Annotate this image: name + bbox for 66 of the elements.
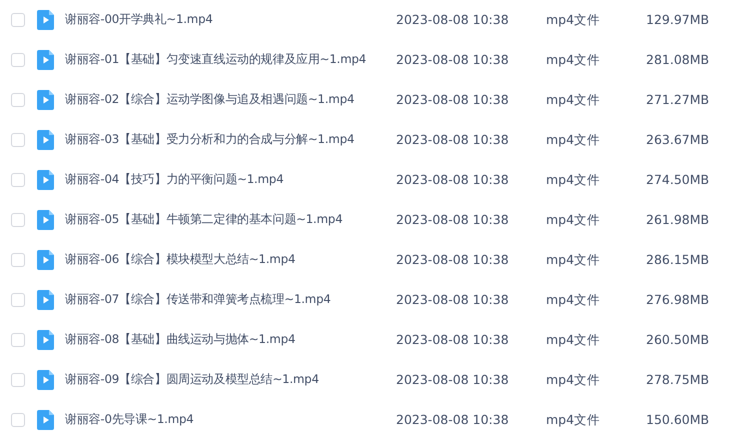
checkbox[interactable]: [11, 413, 25, 427]
checkbox[interactable]: [11, 373, 25, 387]
file-size: 286.15MB: [646, 250, 710, 269]
file-name[interactable]: 谢丽容-02【综合】运动学图像与追及相遇问题~1.mp4: [65, 91, 396, 109]
file-name[interactable]: 谢丽容-08【基础】曲线运动与抛体~1.mp4: [65, 331, 396, 349]
video-file-icon: [37, 130, 54, 150]
file-type: mp4文件: [546, 10, 602, 29]
file-name[interactable]: 谢丽容-0先导课~1.mp4: [65, 411, 396, 429]
checkbox[interactable]: [11, 13, 25, 27]
file-size: 260.50MB: [646, 330, 710, 349]
video-file-icon: [37, 250, 54, 270]
file-size: 276.98MB: [646, 290, 710, 309]
file-name[interactable]: 谢丽容-04【技巧】力的平衡问题~1.mp4: [65, 171, 396, 189]
file-size: 281.08MB: [646, 50, 710, 69]
video-file-icon: [37, 170, 54, 190]
video-file-icon: [37, 370, 54, 390]
file-type: mp4文件: [546, 90, 602, 109]
file-size: 261.98MB: [646, 210, 710, 229]
modified-date: 2023-08-08 10:38: [396, 290, 510, 309]
file-type: mp4文件: [546, 50, 602, 69]
file-type: mp4文件: [546, 250, 602, 269]
file-size: 129.97MB: [646, 10, 710, 29]
file-name[interactable]: 谢丽容-06【综合】模块模型大总结~1.mp4: [65, 251, 396, 269]
file-type: mp4文件: [546, 410, 602, 429]
file-type: mp4文件: [546, 210, 602, 229]
checkbox[interactable]: [11, 53, 25, 67]
modified-date: 2023-08-08 10:38: [396, 170, 510, 189]
video-file-icon: [37, 290, 54, 310]
file-type: mp4文件: [546, 170, 602, 189]
video-file-icon: [37, 210, 54, 230]
video-file-icon: [37, 50, 54, 70]
file-name[interactable]: 谢丽容-00开学典礼~1.mp4: [65, 11, 396, 29]
modified-date: 2023-08-08 10:38: [396, 90, 510, 109]
file-type: mp4文件: [546, 330, 602, 349]
file-size: 263.67MB: [646, 130, 710, 149]
file-name[interactable]: 谢丽容-01【基础】匀变速直线运动的规律及应用~1.mp4: [65, 51, 396, 69]
file-name[interactable]: 谢丽容-07【综合】传送带和弹簧考点梳理~1.mp4: [65, 291, 396, 309]
video-file-icon: [37, 10, 54, 30]
file-type: mp4文件: [546, 370, 602, 389]
file-name[interactable]: 谢丽容-05【基础】牛顿第二定律的基本问题~1.mp4: [65, 211, 396, 229]
modified-date: 2023-08-08 10:38: [396, 210, 510, 229]
modified-date: 2023-08-08 10:38: [396, 370, 510, 389]
video-file-icon: [37, 90, 54, 110]
file-size: 278.75MB: [646, 370, 710, 389]
modified-date: 2023-08-08 10:38: [396, 10, 510, 29]
checkbox[interactable]: [11, 213, 25, 227]
video-file-icon: [37, 410, 54, 430]
video-file-icon: [37, 330, 54, 350]
modified-date: 2023-08-08 10:38: [396, 130, 510, 149]
file-type: mp4文件: [546, 130, 602, 149]
checkbox[interactable]: [11, 133, 25, 147]
file-size: 150.60MB: [646, 410, 710, 429]
file-name[interactable]: 谢丽容-03【基础】受力分析和力的合成与分解~1.mp4: [65, 131, 396, 149]
checkbox[interactable]: [11, 253, 25, 267]
modified-date: 2023-08-08 10:38: [396, 410, 510, 429]
file-name[interactable]: 谢丽容-09【综合】圆周运动及模型总结~1.mp4: [65, 371, 396, 389]
modified-date: 2023-08-08 10:38: [396, 50, 510, 69]
checkbox[interactable]: [11, 173, 25, 187]
checkbox[interactable]: [11, 293, 25, 307]
modified-date: 2023-08-08 10:38: [396, 250, 510, 269]
modified-date: 2023-08-08 10:38: [396, 330, 510, 349]
file-type: mp4文件: [546, 290, 602, 309]
file-size: 274.50MB: [646, 170, 710, 189]
file-size: 271.27MB: [646, 90, 710, 109]
checkbox[interactable]: [11, 333, 25, 347]
checkbox[interactable]: [11, 93, 25, 107]
